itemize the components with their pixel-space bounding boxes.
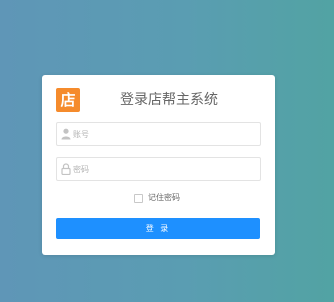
lock-icon xyxy=(61,163,71,175)
login-header: 店 登录店帮主系统 xyxy=(56,88,261,112)
page-title: 登录店帮主系统 xyxy=(120,92,218,108)
store-logo: 店 xyxy=(56,88,80,112)
login-button[interactable]: 登 录 xyxy=(56,218,260,239)
username-field[interactable] xyxy=(56,122,261,146)
login-card: 店 登录店帮主系统 记住密码 登 录 xyxy=(42,75,275,255)
remember-checkbox[interactable] xyxy=(134,194,143,203)
password-input[interactable] xyxy=(73,158,253,180)
password-field[interactable] xyxy=(56,157,261,181)
username-input[interactable] xyxy=(73,123,253,145)
remember-label[interactable]: 记住密码 xyxy=(148,192,180,204)
user-icon xyxy=(61,128,71,140)
